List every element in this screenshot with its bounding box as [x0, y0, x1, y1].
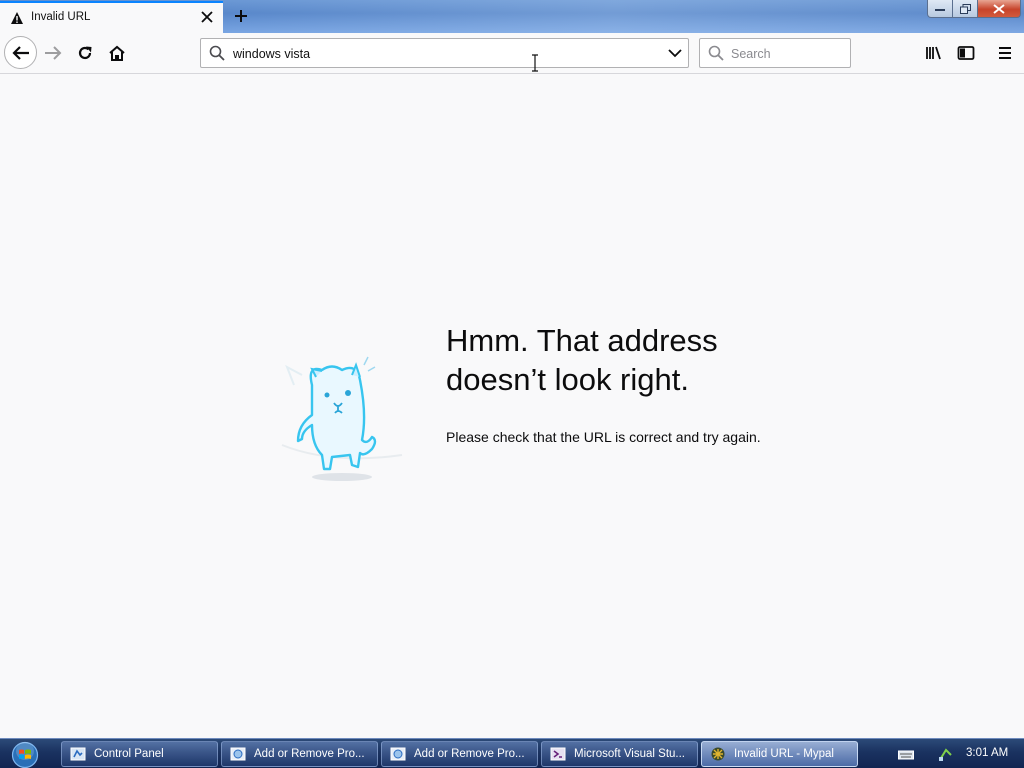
- address-bar[interactable]: windows vista: [200, 38, 689, 68]
- new-tab-icon[interactable]: [230, 5, 252, 27]
- taskbar-button-visual-studio[interactable]: Microsoft Visual Stu...: [541, 741, 698, 767]
- navigation-toolbar: windows vista Search: [0, 33, 1024, 74]
- visual-studio-icon: [550, 746, 566, 762]
- taskbar-button-label: Control Panel: [94, 748, 164, 760]
- tab-title: Invalid URL: [31, 11, 91, 23]
- network-icon[interactable]: [938, 746, 954, 767]
- reload-button[interactable]: [70, 38, 100, 68]
- taskbar-button-mypal[interactable]: Invalid URL - Mypal: [701, 741, 858, 767]
- minimize-button[interactable]: [927, 0, 953, 18]
- tab-close-icon[interactable]: [198, 8, 216, 26]
- clock[interactable]: 3:01 AM: [966, 747, 1008, 759]
- taskbar-button-label: Microsoft Visual Stu...: [574, 748, 685, 760]
- text-cursor: [531, 54, 539, 72]
- tab-invalid-url[interactable]: Invalid URL: [0, 1, 223, 33]
- search-icon: [209, 45, 225, 66]
- chevron-down-icon[interactable]: [668, 46, 682, 65]
- error-heading: Hmm. That address doesn’t look right.: [446, 323, 718, 397]
- mypal-icon: [710, 746, 726, 762]
- menu-button[interactable]: [990, 38, 1020, 68]
- search-bar[interactable]: Search: [699, 38, 851, 68]
- error-description: Please check that the URL is correct and…: [446, 429, 761, 445]
- taskbar-button-label: Invalid URL - Mypal: [734, 748, 834, 760]
- programs-icon: [390, 746, 406, 762]
- address-value: windows vista: [233, 47, 311, 61]
- warning-icon: [10, 11, 24, 25]
- programs-icon: [230, 746, 246, 762]
- close-window-button[interactable]: [978, 0, 1021, 18]
- taskbar-button-control-panel[interactable]: Control Panel: [61, 741, 218, 767]
- taskbar-button-label: Add or Remove Pro...: [254, 748, 365, 760]
- confused-cat-illustration: [272, 345, 412, 485]
- taskbar-button-label: Add or Remove Pro...: [414, 748, 525, 760]
- forward-button[interactable]: [38, 38, 68, 68]
- keyboard-icon[interactable]: [898, 748, 914, 766]
- error-page: Hmm. That address doesn’t look right. Pl…: [0, 75, 1024, 738]
- control-panel-icon: [70, 746, 86, 762]
- sidebar-toggle-button[interactable]: [951, 38, 981, 68]
- back-button[interactable]: [4, 36, 37, 69]
- taskbar-button-add-remove-2[interactable]: Add or Remove Pro...: [381, 741, 538, 767]
- search-placeholder: Search: [731, 47, 771, 61]
- search-icon: [708, 45, 724, 66]
- home-button[interactable]: [102, 38, 132, 68]
- system-tray: 3:01 AM: [858, 739, 1024, 768]
- start-button[interactable]: [6, 741, 44, 768]
- taskbar-button-add-remove-1[interactable]: Add or Remove Pro...: [221, 741, 378, 767]
- window-controls: [927, 0, 1021, 18]
- maximize-button[interactable]: [953, 0, 978, 18]
- tab-strip: Invalid URL: [0, 0, 1024, 33]
- library-button[interactable]: [919, 38, 949, 68]
- taskbar: Control Panel Add or Remove Pro... Add o…: [0, 738, 1024, 768]
